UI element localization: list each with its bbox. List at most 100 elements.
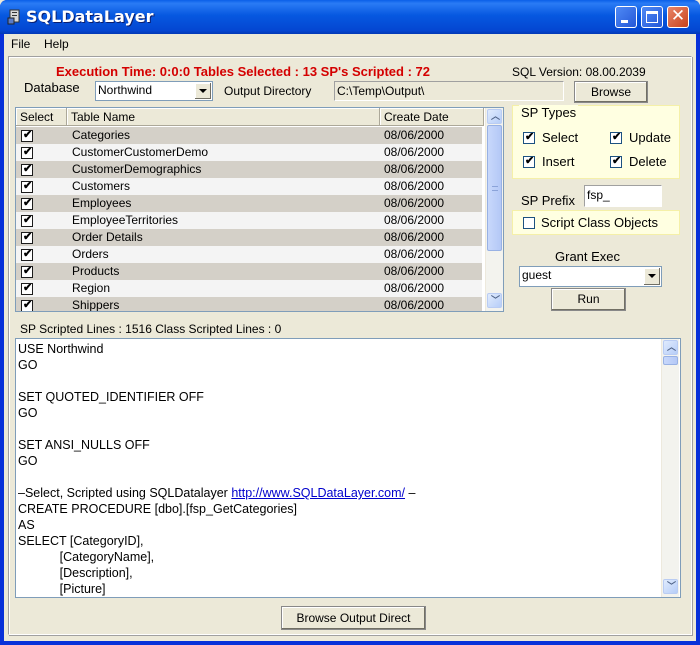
col-select[interactable]: Select	[16, 108, 67, 126]
checkmark-icon: ✔	[23, 163, 33, 175]
script-line: SET QUOTED_IDENTIFIER OFF	[18, 390, 204, 404]
row-select-checkbox[interactable]: ✔	[21, 214, 33, 227]
scroll-thumb[interactable]	[487, 125, 502, 251]
sp-prefix-input[interactable]: fsp_	[584, 185, 662, 207]
window-title: SQLDataLayer	[26, 7, 154, 26]
scroll-up-button[interactable]: ︿	[663, 340, 678, 355]
table-name-cell: Categories	[72, 128, 131, 142]
row-select-checkbox[interactable]: ✔	[21, 299, 33, 311]
script-line: GO	[18, 358, 38, 372]
table-row[interactable]: ✔ EmployeeTerritories 08/06/2000	[16, 212, 482, 229]
chevron-down-icon[interactable]	[194, 83, 211, 99]
grant-exec-value: guest	[522, 268, 552, 282]
menu-file[interactable]: File	[11, 37, 30, 51]
table-row[interactable]: ✔ Orders 08/06/2000	[16, 246, 482, 263]
script-line: [CategoryName],	[18, 550, 155, 564]
table-row[interactable]: ✔ Region 08/06/2000	[16, 280, 482, 297]
sp-insert-checkbox[interactable]: ✔	[523, 155, 535, 168]
create-date-cell: 08/06/2000	[384, 213, 445, 227]
table-row[interactable]: ✔ CustomerCustomerDemo 08/06/2000	[16, 144, 482, 161]
table-row[interactable]: ✔ Shippers 08/06/2000	[16, 297, 482, 312]
create-date-cell: 08/06/2000	[384, 281, 445, 295]
table-row[interactable]: ✔ Products 08/06/2000	[16, 263, 482, 280]
menu-help[interactable]: Help	[44, 37, 69, 51]
row-select-checkbox[interactable]: ✔	[21, 129, 33, 142]
database-app-icon	[7, 9, 20, 25]
checkmark-icon: ✔	[23, 146, 33, 158]
table-row[interactable]: ✔ Categories 08/06/2000	[16, 127, 482, 144]
table-name-cell: Products	[72, 264, 120, 278]
script-lines: USE Northwind GO SET QUOTED_IDENTIFIER OF…	[18, 341, 415, 597]
checkmark-icon: ✔	[525, 131, 535, 143]
grant-exec-label: Grant Exec	[555, 249, 621, 264]
chevron-down-icon: ﹀	[491, 295, 501, 305]
checkmark-icon: ✔	[23, 180, 33, 192]
sp-update-checkbox[interactable]: ✔	[610, 131, 622, 144]
output-directory-label: Output Directory	[224, 84, 312, 98]
comment-text: –Select, Scripted using SQLDatalayer	[18, 486, 232, 500]
database-select[interactable]: Northwind	[95, 81, 213, 101]
scroll-down-button[interactable]: ﹀	[663, 579, 678, 594]
scroll-thumb[interactable]	[663, 356, 678, 365]
checkmark-icon: ✔	[612, 131, 622, 143]
row-select-checkbox[interactable]: ✔	[21, 180, 33, 193]
script-class-group: Script Class Objects	[512, 210, 680, 235]
browse-output-directory-button[interactable]: Browse Output Direct	[281, 606, 426, 630]
execution-status: Execution Time: 0:0:0 Tables Selected : …	[56, 64, 430, 79]
script-output[interactable]: USE Northwind GO SET QUOTED_IDENTIFIER OF…	[15, 338, 681, 598]
run-button[interactable]: Run	[551, 288, 626, 311]
row-select-checkbox[interactable]: ✔	[21, 282, 33, 295]
checkmark-icon: ✔	[23, 214, 33, 226]
col-table-name[interactable]: Table Name	[67, 108, 380, 126]
grid-scrollbar[interactable]: ︿ ﹀	[485, 108, 503, 311]
chevron-down-icon[interactable]	[643, 268, 660, 285]
table-name-cell: CustomerDemographics	[72, 162, 202, 176]
row-select-checkbox[interactable]: ✔	[21, 146, 33, 159]
row-select-checkbox[interactable]: ✔	[21, 231, 33, 244]
col-create-date[interactable]: Create Date	[380, 108, 484, 126]
output-directory-value: C:\Temp\Output\	[337, 84, 425, 98]
checkmark-icon: ✔	[23, 299, 33, 311]
script-line	[18, 373, 415, 389]
row-select-checkbox[interactable]: ✔	[21, 265, 33, 278]
row-select-checkbox[interactable]: ✔	[21, 197, 33, 210]
minimize-icon	[621, 20, 628, 23]
checkmark-icon: ✔	[612, 155, 622, 167]
script-scrollbar[interactable]: ︿ ﹀	[661, 339, 679, 597]
sp-delete-checkbox[interactable]: ✔	[610, 155, 622, 168]
create-date-cell: 08/06/2000	[384, 298, 445, 312]
script-line: GO	[18, 454, 38, 468]
sp-select-checkbox[interactable]: ✔	[523, 131, 535, 144]
sp-types-group: SP Types ✔ Select ✔ Update ✔ Insert ✔ De…	[512, 105, 680, 179]
close-button[interactable]: ✕	[667, 6, 689, 28]
create-date-cell: 08/06/2000	[384, 128, 445, 142]
title-bar[interactable]: SQLDataLayer ✕	[0, 0, 700, 34]
maximize-button[interactable]	[641, 6, 663, 28]
table-row[interactable]: ✔ CustomerDemographics 08/06/2000	[16, 161, 482, 178]
browse-button[interactable]: Browse	[574, 81, 648, 103]
row-select-checkbox[interactable]: ✔	[21, 248, 33, 261]
table-row[interactable]: ✔ Employees 08/06/2000	[16, 195, 482, 212]
scroll-down-button[interactable]: ﹀	[487, 293, 502, 308]
script-line: [Picture]	[18, 582, 106, 596]
table-name-cell: CustomerCustomerDemo	[72, 145, 209, 159]
sqldatalayer-link[interactable]: http://www.SQLDataLayer.com/	[231, 486, 405, 500]
create-date-cell: 08/06/2000	[384, 179, 445, 193]
menu-bar: File Help	[4, 34, 696, 54]
script-line: AS	[18, 518, 35, 532]
chevron-down-icon: ﹀	[667, 581, 677, 591]
scroll-up-button[interactable]: ︿	[487, 109, 502, 124]
grant-exec-select[interactable]: guest	[519, 266, 662, 287]
grid-header: Select Table Name Create Date	[16, 108, 484, 126]
checkmark-icon: ✔	[23, 231, 33, 243]
client-area: File Help Execution Time: 0:0:0 Tables S…	[4, 34, 696, 641]
script-class-checkbox[interactable]	[523, 217, 535, 229]
table-row[interactable]: ✔ Customers 08/06/2000	[16, 178, 482, 195]
script-line	[18, 469, 415, 485]
table-row[interactable]: ✔ Order Details 08/06/2000	[16, 229, 482, 246]
script-line: –Select, Scripted using SQLDatalayer htt…	[18, 485, 415, 501]
row-select-checkbox[interactable]: ✔	[21, 163, 33, 176]
script-line: SET ANSI_NULLS OFF	[18, 438, 150, 452]
minimize-button[interactable]	[615, 6, 637, 28]
output-directory-field[interactable]: C:\Temp\Output\	[334, 81, 564, 101]
